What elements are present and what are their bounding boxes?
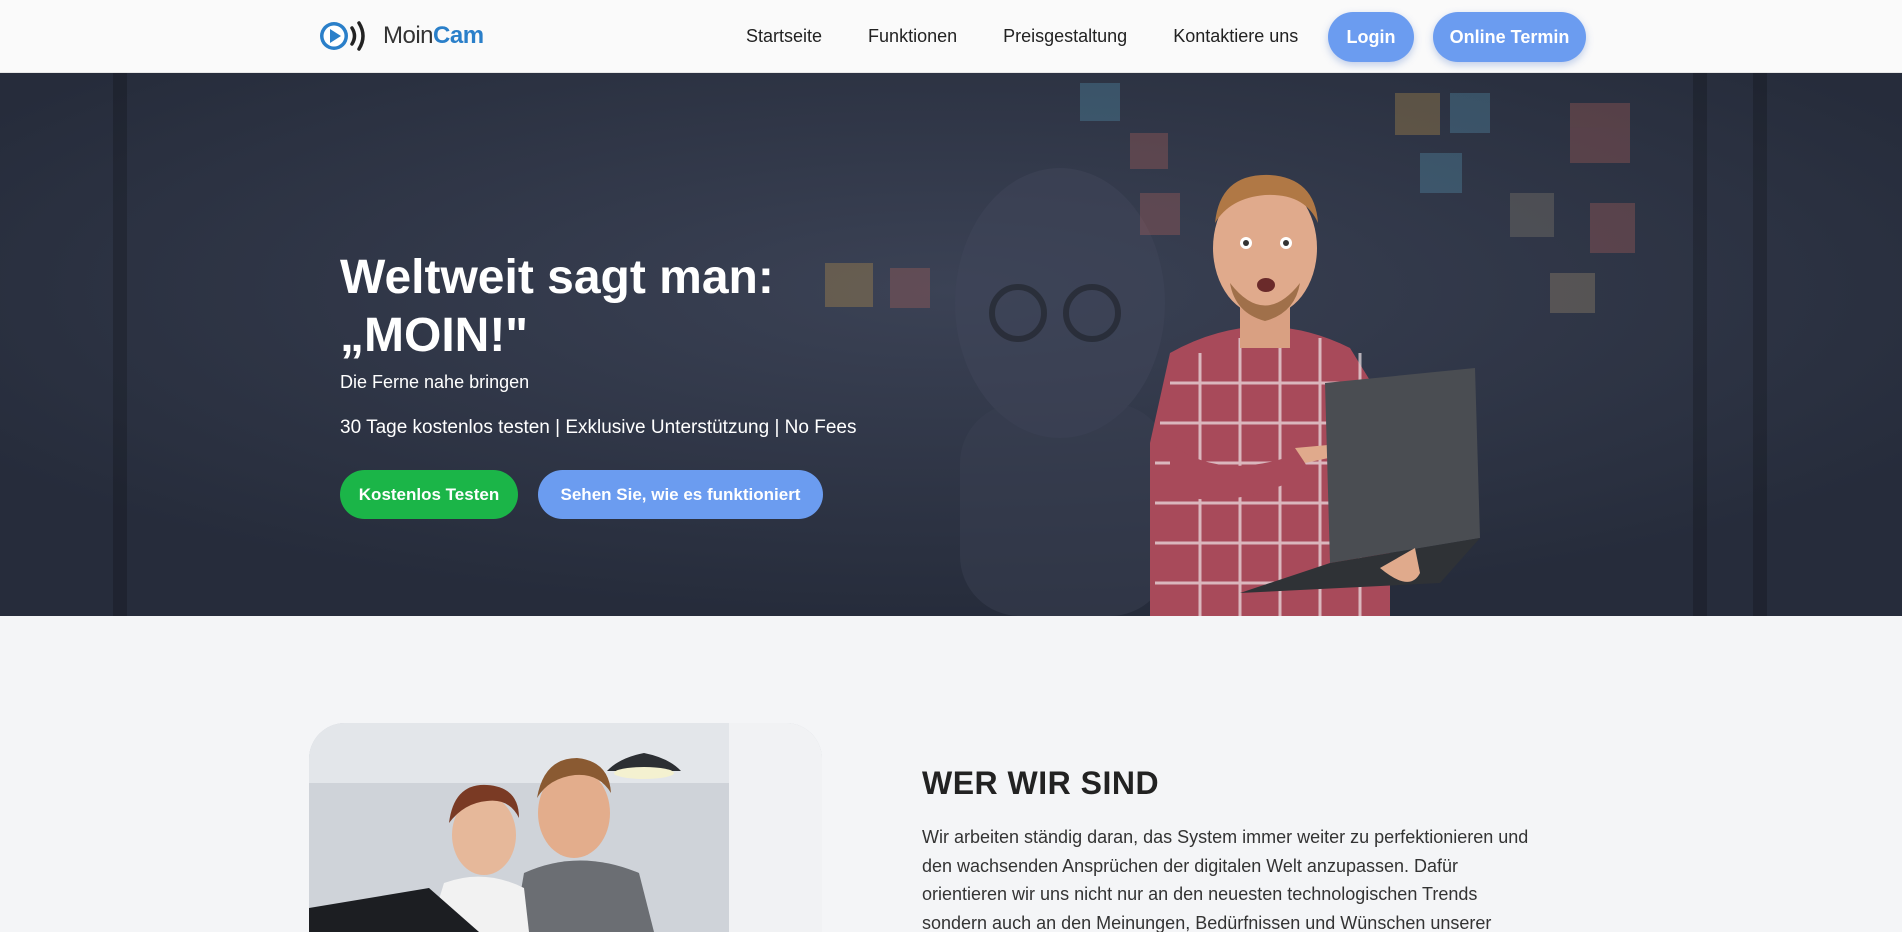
- about-title: WER WIR SIND: [922, 765, 1160, 801]
- nav-link-preisgestaltung[interactable]: Preisgestaltung: [1003, 26, 1127, 47]
- hero-title: Weltweit sagt man: „MOIN!": [340, 251, 774, 362]
- main-nav: Startseite Funktionen Preisgestaltung Ko…: [746, 0, 1331, 73]
- top-navbar: MoinCam Startseite Funktionen Preisgesta…: [0, 0, 1902, 73]
- hero-tagline: 30 Tage kostenlos testen | Exklusive Unt…: [340, 417, 857, 438]
- hero-person-with-laptop-image: [1150, 174, 1480, 616]
- login-button[interactable]: Login: [1328, 12, 1414, 62]
- hero-subtitle: Die Ferne nahe bringen: [340, 372, 530, 392]
- about-text: Wir arbeiten ständig daran, das System i…: [922, 827, 1529, 932]
- hero-background-image: [0, 73, 1902, 616]
- hero-section: Weltweit sagt man: „MOIN!" Die Ferne nah…: [0, 73, 1902, 616]
- team-photo: [309, 723, 822, 932]
- brand-name: MoinCam: [383, 22, 484, 49]
- nav-link-kontakt[interactable]: Kontaktiere uns: [1173, 26, 1298, 47]
- nav-link-startseite[interactable]: Startseite: [746, 26, 822, 47]
- play-signal-icon: [320, 21, 365, 51]
- nav-link-funktionen[interactable]: Funktionen: [868, 26, 957, 47]
- kostenlos-testen-button[interactable]: Kostenlos Testen: [340, 470, 518, 519]
- team-photo-image: [309, 723, 822, 932]
- how-it-works-button[interactable]: Sehen Sie, wie es funktioniert: [538, 470, 823, 519]
- online-termin-button[interactable]: Online Termin: [1433, 12, 1586, 62]
- brand-logo[interactable]: MoinCam: [317, 17, 484, 55]
